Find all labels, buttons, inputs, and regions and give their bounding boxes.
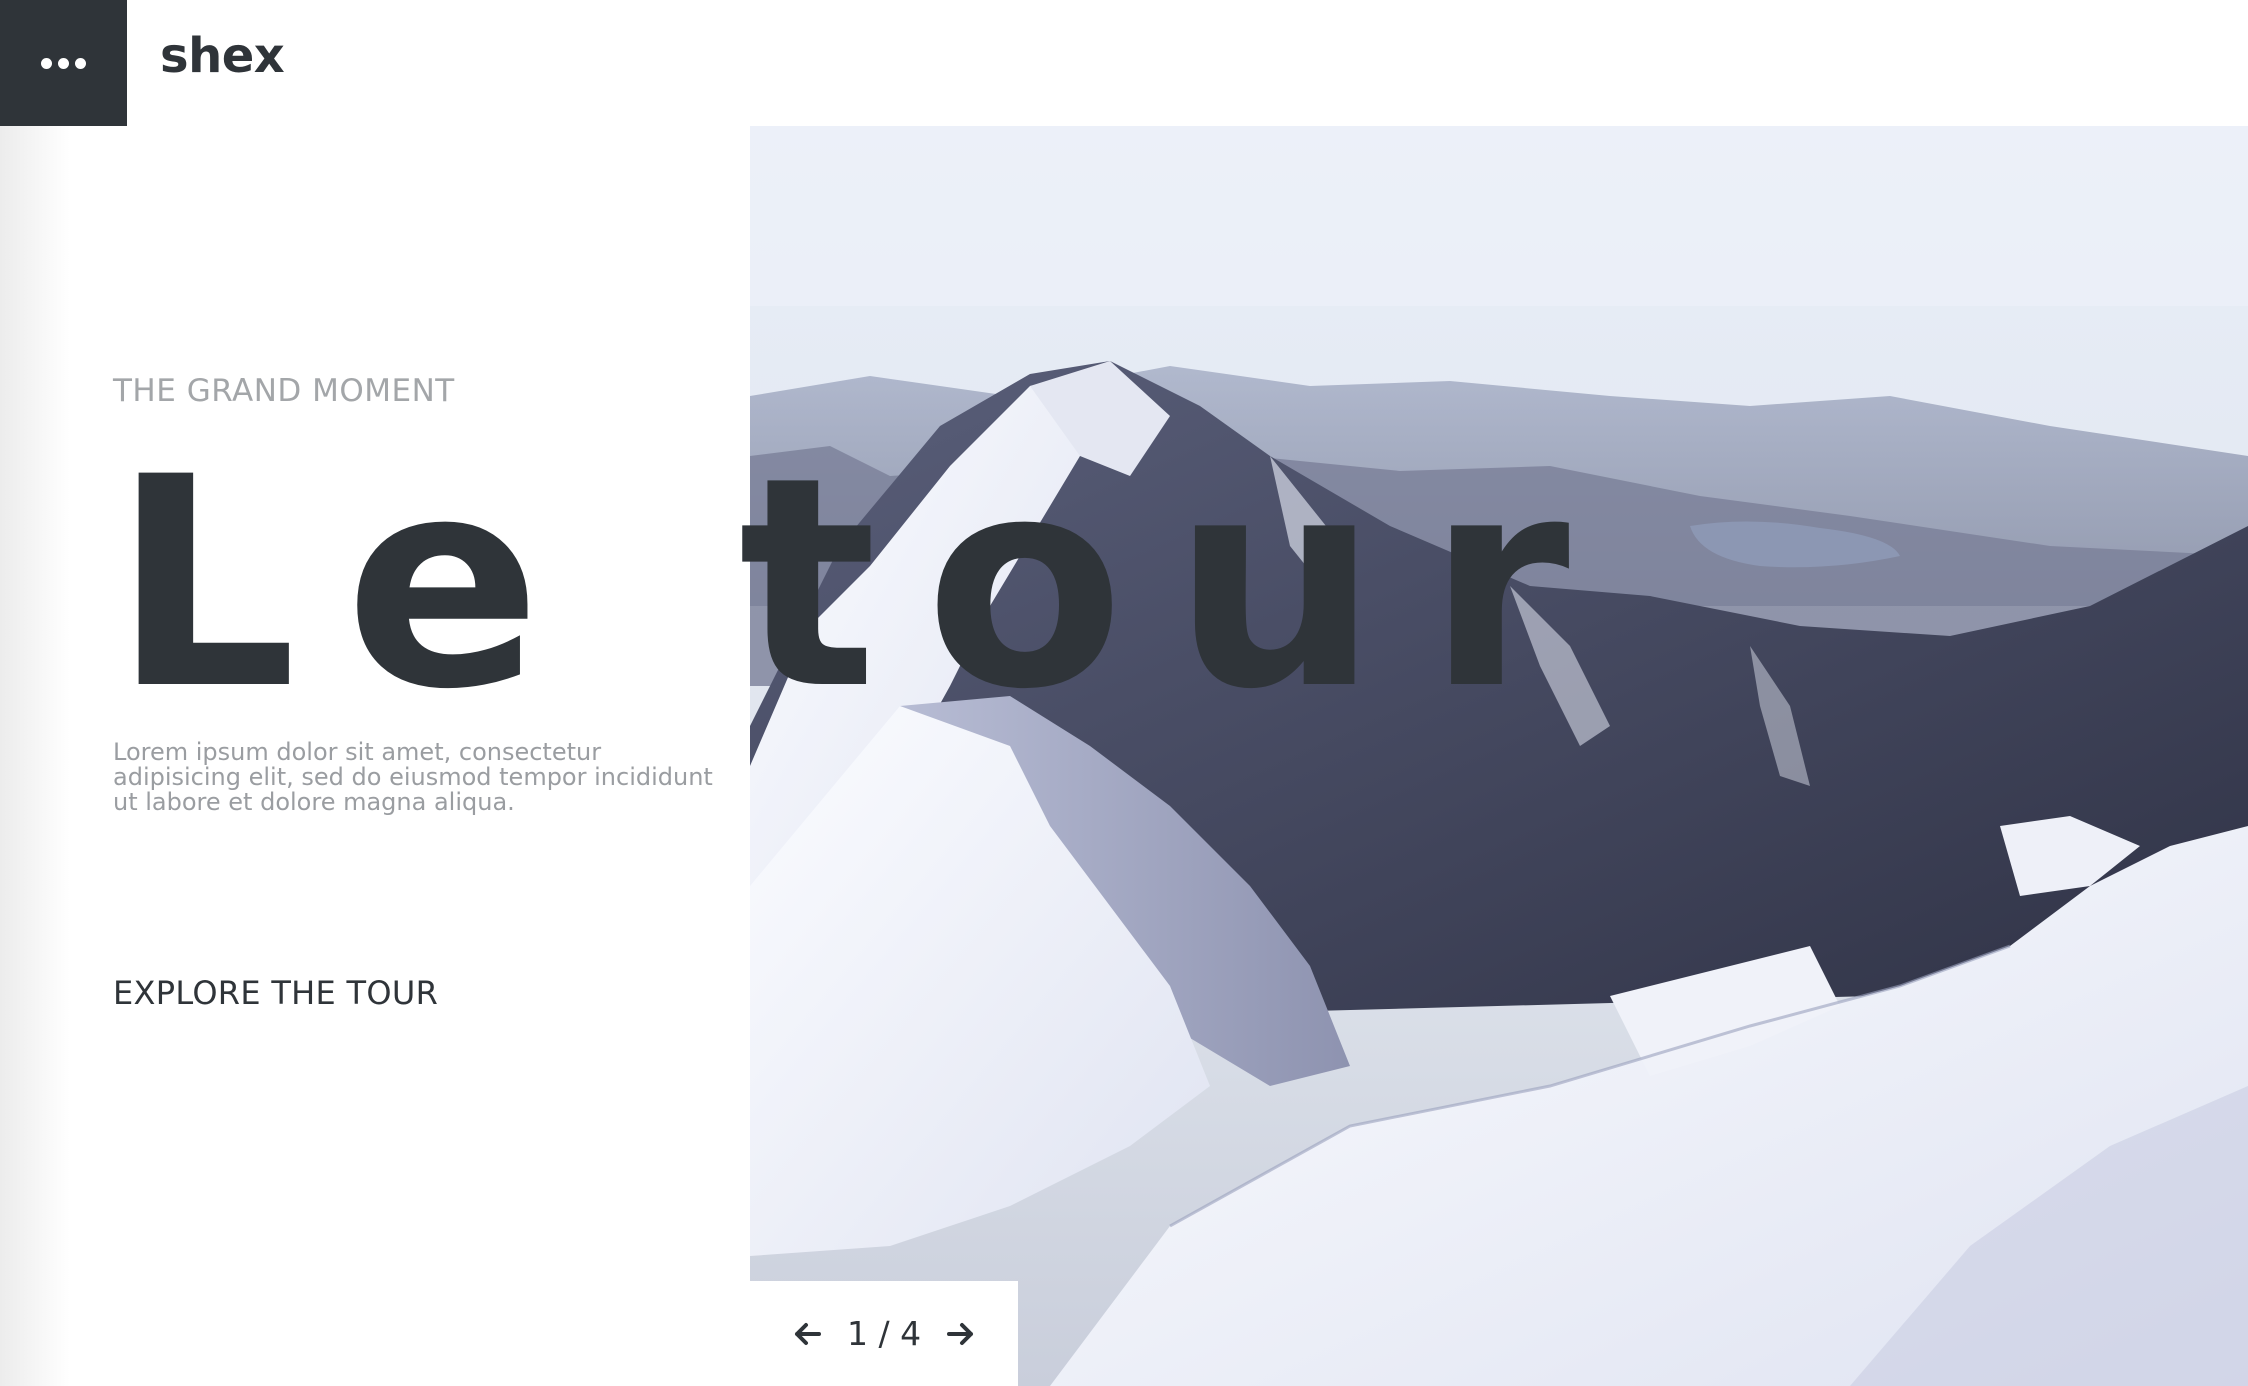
hero-eyebrow: THE GRAND MOMENT: [113, 373, 455, 409]
left-panel-shade: [0, 126, 70, 1386]
hero-description: Lorem ipsum dolor sit amet, consectetur …: [113, 738, 713, 816]
hero-title: Le tour: [112, 416, 1618, 753]
mountain-illustration: [750, 126, 2248, 1386]
arrow-left-icon[interactable]: [789, 1316, 825, 1352]
hero-image: [750, 126, 2248, 1386]
page: shex THE GRAND MOMENT Le tour Lorem ipsu…: [0, 0, 2248, 1386]
slide-current: 1: [846, 1314, 868, 1353]
arrow-right-icon[interactable]: [943, 1316, 979, 1352]
menu-button[interactable]: [0, 0, 127, 126]
explore-tour-link[interactable]: EXPLORE THE TOUR: [113, 974, 438, 1012]
slide-counter: 1 / 4: [847, 1314, 921, 1353]
slide-total: 4: [900, 1314, 922, 1353]
slide-separator: /: [878, 1314, 890, 1353]
brand-logo[interactable]: shex: [160, 28, 285, 84]
slide-pager: 1 / 4: [750, 1281, 1018, 1386]
more-dots-icon: [41, 57, 86, 69]
